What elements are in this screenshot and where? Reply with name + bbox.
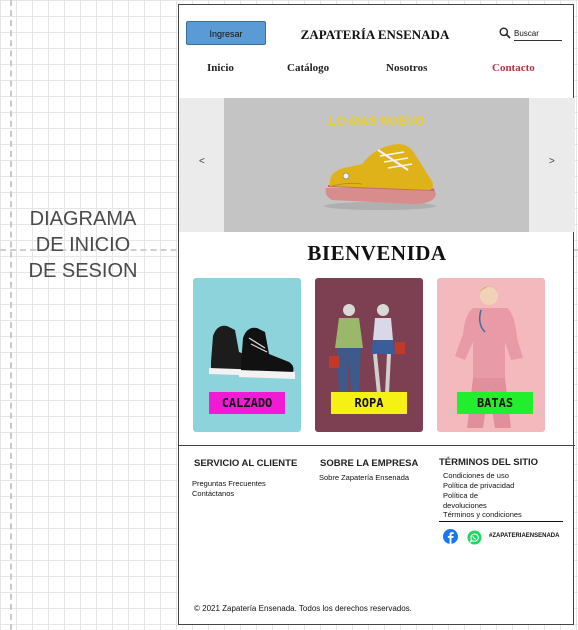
footer-link-faq[interactable]: Preguntas Frecuentes xyxy=(192,479,266,489)
category-label-calzado: CALZADO xyxy=(209,392,285,414)
featured-sneaker-image xyxy=(324,144,436,210)
canvas-guide-vertical xyxy=(10,0,12,630)
carousel-slide: LO MAS NUEVO xyxy=(224,98,529,232)
category-card-batas[interactable]: BATAS xyxy=(437,278,545,432)
welcome-heading: BIENVENIDA xyxy=(307,241,447,265)
category-card-ropa[interactable]: ROPA xyxy=(315,278,423,432)
login-button[interactable]: Ingresar xyxy=(186,21,266,45)
footer-link-terms-of-use[interactable]: Condiciones de uso xyxy=(443,471,509,481)
footer-link-terms-conditions[interactable]: Términos y condiciones xyxy=(443,510,522,520)
hashtag-text: #ZAPATERIAENSENADA xyxy=(489,533,560,539)
footer-heading-company: SOBRE LA EMPRESA xyxy=(320,458,419,469)
footer-link-contact[interactable]: Contáctanos xyxy=(192,489,234,499)
category-label-batas: BATAS xyxy=(457,392,533,414)
search-input[interactable] xyxy=(514,27,562,41)
carousel-next-arrow[interactable]: > xyxy=(549,156,555,167)
footer-heading-terms: TÉRMINOS DEL SITIO xyxy=(439,457,539,468)
search-box xyxy=(499,27,565,41)
whatsapp-icon[interactable] xyxy=(467,530,482,545)
terms-underline xyxy=(439,521,563,522)
category-card-calzado[interactable]: CALZADO xyxy=(193,278,301,432)
footer-heading-customer-service: SERVICIO AL CLIENTE xyxy=(194,458,298,469)
nav-item-inicio[interactable]: Inicio xyxy=(207,62,234,74)
facebook-icon[interactable] xyxy=(443,529,458,544)
footer-link-returns[interactable]: Política de xyxy=(443,491,478,501)
footer-link-about[interactable]: Sobre Zapatería Ensenada xyxy=(319,473,409,483)
hero-carousel: < LO MAS NUEVO > xyxy=(179,98,575,232)
footer-divider xyxy=(179,445,575,446)
diagram-label: DIAGRAMA DE INICIO DE SESION xyxy=(28,208,138,282)
nav-item-nosotros[interactable]: Nosotros xyxy=(386,62,427,74)
page-frame: Ingresar ZAPATERÍA ENSENADA Inicio Catál… xyxy=(178,4,575,625)
carousel-prev-arrow[interactable]: < xyxy=(199,156,205,167)
copyright-text: © 2021 Zapatería Ensenada. Todos los der… xyxy=(194,604,412,613)
main-nav: Inicio Catálogo Nosotros Contacto xyxy=(179,62,575,78)
slide-caption: LO MAS NUEVO xyxy=(328,114,425,128)
nav-item-contacto[interactable]: Contacto xyxy=(492,62,535,74)
site-title: ZAPATERÍA ENSENADA xyxy=(300,27,450,42)
nav-item-catalogo[interactable]: Catálogo xyxy=(287,62,329,74)
category-label-ropa: ROPA xyxy=(331,392,407,414)
footer-link-privacy[interactable]: Política de privacidad xyxy=(443,481,514,491)
search-icon[interactable] xyxy=(499,27,511,39)
